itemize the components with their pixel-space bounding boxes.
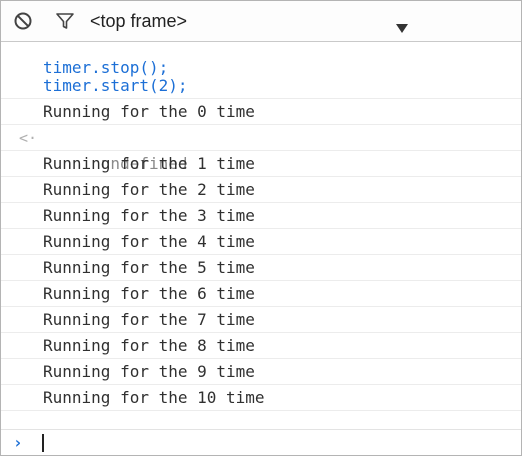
console-toolbar: <top frame> (1, 1, 521, 42)
output-line: Running for the 4 time (1, 229, 521, 255)
output-line: Running for the 1 time (1, 151, 521, 177)
output-line: Running for the 6 time (1, 281, 521, 307)
output-line: Running for the 0 time (1, 99, 521, 125)
output-line: Running for the 2 time (1, 177, 521, 203)
console-prompt: › (1, 429, 521, 455)
console-panel: <top frame> timer.stop(); timer.start(2)… (0, 0, 522, 456)
result-arrow-icon: <· (19, 129, 38, 147)
chevron-down-icon (396, 18, 408, 39)
frame-selector-label: <top frame> (90, 10, 188, 31)
output-line: Running for the 9 time (1, 359, 521, 385)
output-line: Running for the 7 time (1, 307, 521, 333)
prompt-chevron-icon: › (13, 433, 23, 452)
output-line: Running for the 3 time (1, 203, 521, 229)
filter-icon[interactable] (54, 10, 76, 32)
output-line: Running for the 5 time (1, 255, 521, 281)
clear-console-icon[interactable] (12, 10, 34, 32)
console-input[interactable] (37, 430, 521, 455)
command-line: timer.start(2); (1, 77, 521, 99)
frame-selector[interactable]: <top frame> (90, 8, 408, 34)
console-log: timer.stop(); timer.start(2); Running fo… (1, 59, 521, 411)
text-caret (42, 434, 44, 452)
output-line: Running for the 10 time (1, 385, 521, 411)
command-line: timer.stop(); (43, 58, 169, 77)
result-line: <· undefined (1, 125, 521, 173)
output-line: Running for the 8 time (1, 333, 521, 359)
